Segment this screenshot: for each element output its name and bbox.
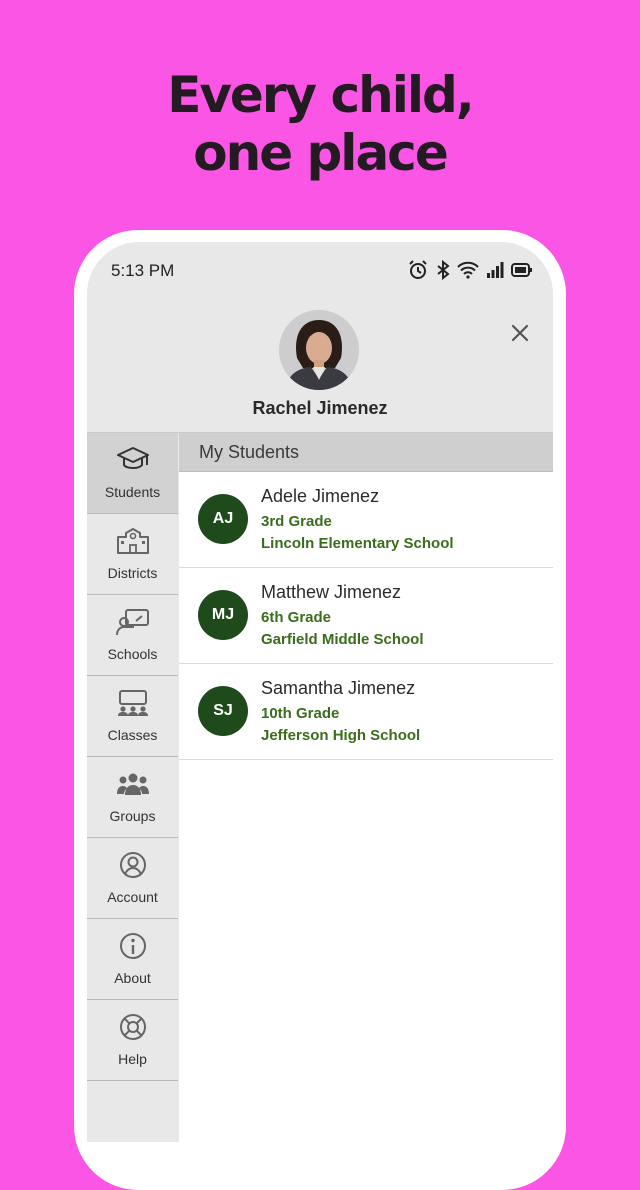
battery-icon: [511, 262, 533, 278]
sidebar-nav: Students Districts Schools Classes Group…: [87, 432, 180, 1142]
student-row[interactable]: MJ Matthew Jimenez 6th Grade Garfield Mi…: [179, 568, 553, 664]
sidebar-item-label: Classes: [107, 727, 158, 743]
student-initials-avatar: AJ: [198, 494, 248, 544]
wifi-icon: [457, 261, 479, 279]
info-icon: [116, 931, 150, 961]
bluetooth-icon: [436, 260, 450, 280]
sidebar-item-districts[interactable]: Districts: [87, 514, 178, 595]
sidebar-item-account[interactable]: Account: [87, 838, 178, 919]
sidebar-item-label: Districts: [107, 565, 158, 581]
section-header: My Students: [179, 433, 553, 472]
school-building-icon: [116, 526, 150, 556]
sidebar-item-label: Schools: [107, 646, 158, 662]
sidebar-item-groups[interactable]: Groups: [87, 757, 178, 838]
sidebar-item-help[interactable]: Help: [87, 1000, 178, 1081]
student-name: Matthew Jimenez: [261, 582, 402, 602]
profile-name: Rachel Jimenez: [252, 398, 388, 418]
student-grade: 3rd Grade: [261, 513, 332, 530]
student-initials-avatar: SJ: [198, 686, 248, 736]
students-panel: My Students AJ Adele Jimenez 3rd Grade L…: [179, 432, 553, 1142]
signal-icon: [486, 262, 504, 278]
student-grade: 6th Grade: [261, 609, 332, 626]
student-row[interactable]: SJ Samantha Jimenez 10th Grade Jefferson…: [179, 664, 553, 760]
student-school: Jefferson High School: [261, 727, 421, 744]
sidebar-item-schools[interactable]: Schools: [87, 595, 178, 676]
sidebar-item-classes[interactable]: Classes: [87, 676, 178, 757]
sidebar-item-students[interactable]: Students: [87, 433, 178, 514]
headline-line-1: Every child,: [167, 66, 475, 124]
headline-line-2: one place: [193, 124, 448, 182]
sidebar-item-label: Account: [107, 889, 158, 905]
close-button[interactable]: [505, 318, 535, 348]
status-bar: 5:13 PM: [87, 242, 553, 298]
group-icon: [116, 769, 150, 799]
alarm-icon: [407, 259, 429, 281]
account-circle-icon: [116, 850, 150, 880]
student-row[interactable]: AJ Adele Jimenez 3rd Grade Lincoln Eleme…: [179, 472, 553, 568]
student-name: Samantha Jimenez: [261, 678, 416, 698]
sidebar-item-label: Students: [104, 484, 161, 500]
student-initials-avatar: MJ: [198, 590, 248, 640]
sidebar-item-about[interactable]: About: [87, 919, 178, 1000]
close-icon: [511, 324, 529, 342]
sidebar-item-label: Help: [118, 1051, 147, 1067]
student-school: Lincoln Elementary School: [261, 535, 454, 552]
graduation-cap-icon: [116, 445, 150, 475]
status-time: 5:13 PM: [111, 261, 175, 280]
student-name: Adele Jimenez: [261, 486, 380, 506]
section-title: My Students: [199, 442, 300, 462]
sidebar-item-label: Groups: [109, 808, 156, 824]
classroom-icon: [116, 688, 150, 718]
profile-avatar: [279, 310, 359, 390]
lifebuoy-icon: [116, 1012, 150, 1042]
promo-headline: Every child, one place: [0, 66, 640, 182]
sidebar-item-label: About: [114, 970, 151, 986]
student-grade: 10th Grade: [261, 705, 340, 722]
teacher-board-icon: [116, 607, 150, 637]
student-school: Garfield Middle School: [261, 631, 424, 648]
app-screen: 5:13 PM Rachel Jimenez Students District…: [87, 242, 553, 1142]
